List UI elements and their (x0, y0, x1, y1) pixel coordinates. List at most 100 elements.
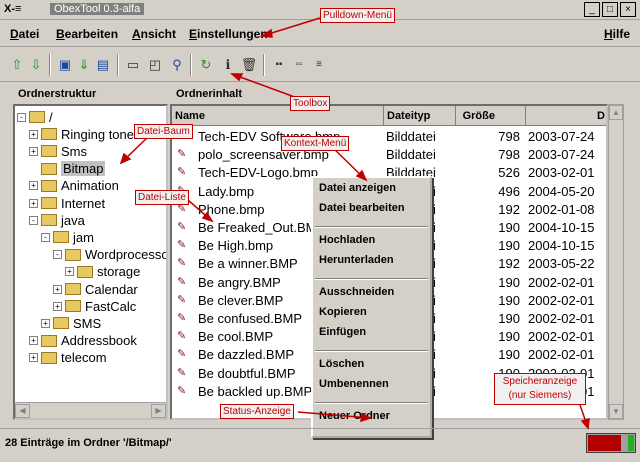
menu-ansicht[interactable]: Ansicht (132, 27, 176, 41)
search-icon[interactable]: ⚲ (168, 56, 186, 74)
refresh-icon[interactable]: ↻ (197, 56, 215, 74)
tree-item[interactable]: + FastCalc (53, 297, 136, 315)
upload-icon[interactable]: ▤ (94, 56, 112, 74)
file-name: Be High.bmp (198, 238, 274, 254)
context-menu-item[interactable]: Umbenennen (319, 378, 389, 390)
minimize-icon[interactable]: _ (584, 2, 600, 17)
context-menu-item[interactable]: Datei bearbeiten (319, 202, 405, 214)
expand-icon[interactable]: + (41, 318, 50, 328)
toolbar-separator (117, 54, 119, 76)
context-menu-item[interactable]: Hochladen (319, 234, 375, 246)
scroll-left-icon[interactable]: ◀ (15, 404, 30, 418)
maximize-icon[interactable]: □ (602, 2, 618, 17)
tree-item[interactable]: + Ringing tones (29, 125, 141, 143)
tree-item[interactable]: - java (29, 211, 85, 229)
expand-icon[interactable]: + (29, 336, 38, 346)
window-title: ObexTool 0.3-alfa (50, 3, 145, 15)
memory-used-bar (588, 435, 621, 451)
context-menu-item[interactable]: Neuer Ordner (319, 410, 390, 422)
tree-item-label: telecom (61, 350, 107, 366)
menu-datei[interactable]: Datei (10, 27, 39, 41)
menu-hilfe[interactable]: Hilfe (604, 27, 630, 41)
bitmap-file-icon: ✎ (177, 312, 187, 324)
scroll-up-icon[interactable]: ▲ (609, 105, 623, 120)
tree-item-label: Bitmap (61, 161, 106, 177)
tree-panel-label: Ordnerstruktur (18, 88, 97, 100)
tree-item-label: Addressbook (61, 333, 137, 349)
tree-item[interactable]: + Calendar (53, 280, 138, 298)
scroll-down-icon[interactable]: ▼ (609, 404, 623, 419)
save-icon[interactable]: ▣ (56, 56, 74, 74)
folder-icon (41, 162, 57, 175)
folder-icon (41, 197, 57, 209)
expand-icon[interactable]: + (29, 129, 38, 139)
collapse-icon[interactable]: - (53, 250, 62, 260)
column-header-name[interactable]: Name (172, 106, 384, 126)
tree-item[interactable]: Bitmap (29, 160, 106, 178)
file-date: 2002-02-01 (528, 274, 595, 290)
expand-icon[interactable]: + (29, 181, 38, 191)
file-date: 2002-02-01 (528, 347, 595, 363)
collapse-icon[interactable]: - (29, 215, 38, 225)
tree-item[interactable]: + Animation (29, 177, 119, 195)
annotation-speicher-line1: Speicheranzeige (502, 376, 578, 387)
list-item[interactable]: ✎Tech-EDV Software.bmpBilddatei7982003-0… (172, 128, 606, 146)
tree-item[interactable]: - Wordprocessor (53, 246, 166, 264)
tree-item[interactable]: + Addressbook (29, 332, 137, 350)
memory-free-bar (628, 435, 634, 451)
file-name: Be backled up.BMP (198, 383, 313, 399)
tree-hscroll[interactable]: ◀ ▶ (15, 402, 166, 418)
download-icon[interactable]: ⇓ (75, 56, 93, 74)
context-menu-item[interactable]: Einfügen (319, 326, 366, 338)
menu-bearbeiten[interactable]: Bearbeiten (56, 27, 118, 41)
tree-item-label: SMS (73, 315, 102, 331)
collapse-icon[interactable]: - (17, 112, 26, 122)
file-name: Be a winner.BMP (198, 256, 298, 272)
file-size: 190 (498, 274, 520, 290)
expand-icon[interactable]: + (53, 284, 62, 294)
tree-item[interactable]: - / (17, 108, 53, 126)
folder-open-icon[interactable]: ▭ (124, 56, 142, 74)
collapse-icon[interactable]: - (41, 232, 50, 242)
context-menu-item[interactable]: Kopieren (319, 306, 367, 318)
tree-item[interactable]: + telecom (29, 349, 107, 367)
folder-up-icon[interactable]: ◰ (146, 56, 164, 74)
view-large-icon[interactable]: ▪▪ (270, 56, 288, 74)
trash-icon[interactable]: 🗑 (240, 56, 258, 74)
column-header-date[interactable]: D (526, 106, 606, 126)
list-item[interactable]: ✎ polo_screensaver.bmp Bilddatei 798 2003-07… (172, 146, 606, 164)
context-menu-item[interactable]: Datei anzeigen (319, 182, 396, 194)
memory-indicator (586, 433, 636, 453)
tree-item[interactable]: - jam (41, 228, 94, 246)
menu-einstellungen[interactable]: Einstellungen (189, 27, 268, 41)
context-menu: Datei anzeigen Datei bearbeiten Hochladen H… (311, 176, 432, 438)
view-small-icon[interactable]: ▫▫ (290, 56, 308, 74)
folder-icon (41, 128, 57, 141)
tree-item[interactable]: + storage (65, 263, 140, 281)
arrow-down-icon[interactable]: ⇩ (27, 56, 45, 74)
column-header-size[interactable]: Größe (456, 106, 526, 126)
view-list-icon[interactable]: ≡ (310, 56, 328, 74)
scroll-right-icon[interactable]: ▶ (151, 404, 166, 418)
context-menu-item[interactable]: Ausschneiden (319, 286, 394, 298)
close-icon[interactable]: × (620, 2, 636, 17)
bitmap-file-icon: ✎ (177, 348, 187, 361)
folder-tree[interactable]: - / + Ringing tones + Sms Bitmap + Animation + Int… (13, 104, 168, 420)
tree-item[interactable]: + Sms (29, 142, 87, 160)
expand-icon[interactable]: + (53, 301, 62, 311)
info-icon[interactable]: ℹ (219, 56, 237, 74)
expand-icon[interactable]: + (29, 198, 38, 208)
context-menu-item[interactable]: Löschen (319, 358, 364, 370)
expand-icon[interactable]: + (29, 353, 38, 363)
column-header-type[interactable]: Dateityp (384, 106, 456, 126)
list-vscroll[interactable]: ▲ ▼ (608, 104, 624, 420)
bitmap-file-icon: ✎ (177, 166, 187, 179)
app-icon: X-≡ (4, 3, 22, 15)
expand-icon[interactable]: + (29, 146, 38, 156)
arrow-up-icon[interactable]: ⇧ (8, 56, 26, 74)
tree-item[interactable]: + Internet (29, 194, 105, 212)
file-date: 2004-10-15 (528, 220, 595, 235)
tree-item[interactable]: + SMS (41, 314, 101, 332)
expand-icon[interactable]: + (65, 267, 74, 277)
context-menu-item[interactable]: Herunterladen (319, 254, 394, 266)
